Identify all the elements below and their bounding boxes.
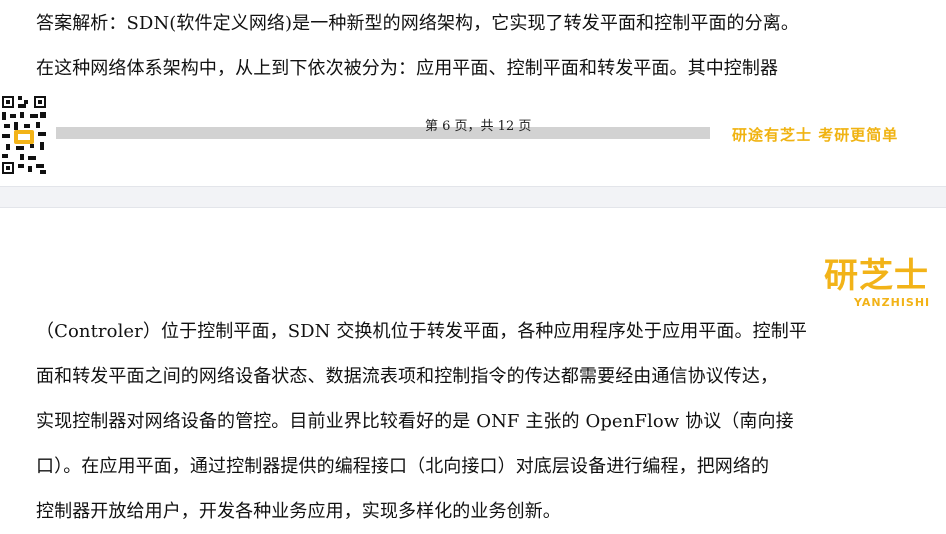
paragraph-line-5: 实现控制器对网络设备的管控。目前业界比较看好的是 ONF 主张的 OpenFlo… [36,411,794,432]
brand-logo: 研芝士 YANZHISHI [824,256,936,312]
page-number: 第 6 页，共 12 页 [425,119,532,134]
paragraph-line-4: 面和转发平面之间的网络设备状态、数据流表项和控制指令的传达都需要经由通信协议传达… [36,366,779,387]
page-footer-bar [56,127,710,139]
brand-logo-main: 研芝士 [824,256,929,296]
paragraph-line-2: 在这种网络体系架构中，从上到下依次被分为：应用平面、控制平面和转发平面。其中控制… [36,58,779,79]
qr-code-icon [0,92,48,176]
paragraph-line-6: 口）。在应用平面，通过控制器提供的编程接口（北向接口）对底层设备进行编程，把网络… [36,456,770,477]
qr-code-graphic [0,92,48,176]
footer-slogan: 研途有芝士 考研更简单 [732,126,899,144]
brand-logo-sub: YANZHISHI [854,296,931,309]
paragraph-line-7: 控制器开放给用户，开发各种业务应用，实现多样化的业务创新。 [36,501,561,522]
document-page-bottom: 研芝士 YANZHISHI （Controler）位于控制平面，SDN 交换机位… [0,208,946,534]
page-separator [0,186,946,208]
paragraph-line-1: 答案解析：SDN(软件定义网络)是一种新型的网络架构，它实现了转发平面和控制平面… [36,13,799,34]
document-page-top: 答案解析：SDN(软件定义网络)是一种新型的网络架构，它实现了转发平面和控制平面… [0,0,946,186]
paragraph-line-3: （Controler）位于控制平面，SDN 交换机位于转发平面，各种应用程序处于… [36,321,807,342]
